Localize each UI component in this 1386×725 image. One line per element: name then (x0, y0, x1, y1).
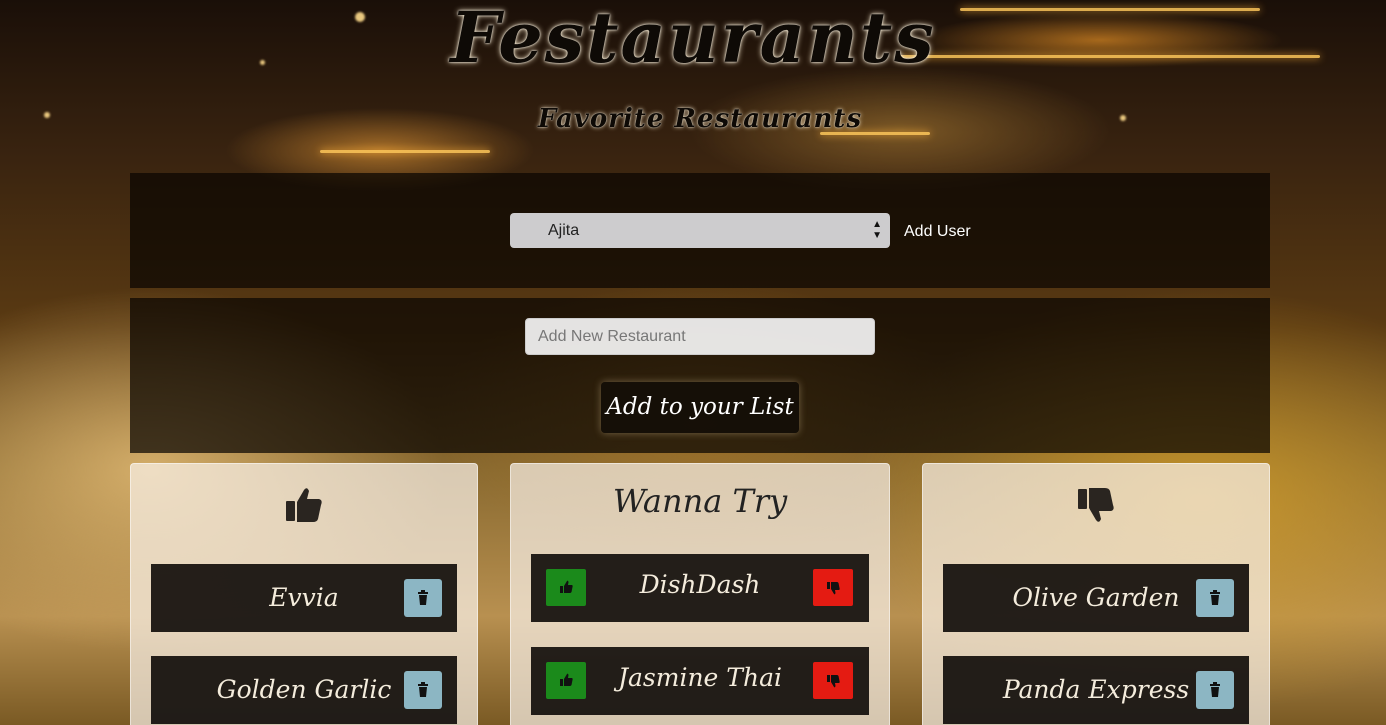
trash-icon (1210, 590, 1220, 605)
app-subtitle: Favorite Restaurants (537, 104, 863, 134)
trash-icon (418, 682, 428, 697)
thumbs-down-icon (827, 675, 840, 688)
thumbs-down-icon (827, 582, 840, 595)
upvote-button[interactable] (546, 569, 586, 606)
thumbs-up-icon (560, 580, 573, 593)
trash-icon (418, 590, 428, 605)
restaurant-card: Jasmine Thai (531, 647, 869, 715)
light-streak (320, 150, 490, 153)
user-panel: Ajita ▲ ▼ Add User (130, 173, 1270, 288)
liked-column: Evvia Golden Garlic (130, 463, 478, 725)
disliked-column: Olive Garden Panda Express (922, 463, 1270, 725)
upvote-button[interactable] (546, 662, 586, 699)
restaurant-card: Golden Garlic (151, 656, 457, 724)
restaurant-card: Panda Express (943, 656, 1249, 724)
wanna-try-heading: Wanna Try (612, 482, 788, 520)
user-select-value: Ajita (548, 222, 580, 239)
restaurant-card: Olive Garden (943, 564, 1249, 632)
restaurant-card: Evvia (151, 564, 457, 632)
restaurant-card: DishDash (531, 554, 869, 622)
downvote-button[interactable] (813, 662, 853, 699)
delete-button[interactable] (1196, 579, 1234, 617)
thumbs-down-icon (923, 486, 1269, 529)
add-to-list-button[interactable]: Add to your List (601, 382, 799, 433)
app-title: Festaurants (450, 0, 936, 79)
delete-button[interactable] (1196, 671, 1234, 709)
wanna-try-column: Wanna Try DishDash Jasmine Thai (510, 463, 890, 725)
restaurant-input[interactable]: Add New Restaurant (525, 318, 875, 355)
downvote-button[interactable] (813, 569, 853, 606)
select-arrows-icon: ▲ ▼ (872, 219, 882, 241)
add-restaurant-panel: Add New Restaurant Add to your List (130, 298, 1270, 453)
delete-button[interactable] (404, 579, 442, 617)
user-select[interactable]: Ajita ▲ ▼ (510, 213, 890, 248)
trash-icon (1210, 682, 1220, 697)
thumbs-up-icon (131, 486, 477, 529)
add-user-button[interactable]: Add User (904, 223, 971, 241)
delete-button[interactable] (404, 671, 442, 709)
thumbs-up-icon (560, 673, 573, 686)
